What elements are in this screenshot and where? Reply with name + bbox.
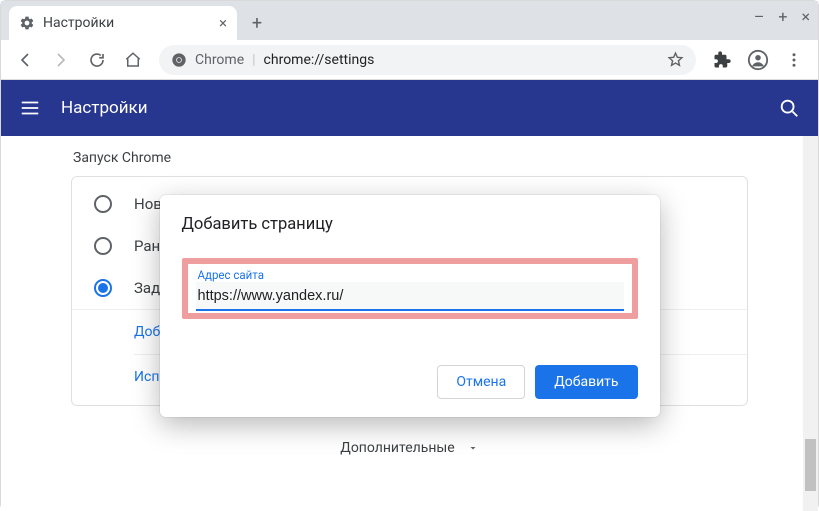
scrollbar[interactable] — [803, 136, 818, 511]
omnibox-url: chrome://settings — [264, 52, 375, 68]
reload-button[interactable] — [81, 44, 113, 76]
minimize-icon[interactable]: – — [754, 7, 765, 26]
hamburger-icon[interactable] — [19, 97, 41, 119]
omnibox[interactable]: Chrome | chrome://settings — [159, 45, 696, 75]
add-button[interactable]: Добавить — [535, 365, 637, 399]
toolbar: Chrome | chrome://settings — [1, 40, 818, 80]
forward-button[interactable] — [45, 44, 77, 76]
url-field-highlight: Адрес сайта — [182, 258, 638, 319]
radio-icon[interactable] — [94, 279, 112, 297]
add-page-dialog: Добавить страницу Адрес сайта Отмена Доб… — [160, 195, 660, 417]
radio-icon[interactable] — [94, 237, 112, 255]
dialog-title: Добавить страницу — [182, 215, 638, 234]
chrome-icon — [171, 52, 187, 68]
tabstrip: Настройки × + – + × — [1, 1, 818, 40]
omnibox-separator: | — [252, 52, 255, 68]
menu-button[interactable] — [778, 44, 810, 76]
close-tab-icon[interactable]: × — [219, 14, 227, 32]
tab-title: Настройки — [43, 15, 114, 31]
chevron-down-icon — [467, 442, 479, 454]
new-tab-button[interactable]: + — [243, 9, 271, 37]
browser-tab[interactable]: Настройки × — [9, 6, 237, 40]
bookmark-star-icon[interactable] — [667, 51, 684, 68]
close-window-icon[interactable]: × — [801, 7, 810, 26]
section-title-startup: Запуск Chrome — [73, 150, 748, 166]
url-input[interactable] — [196, 282, 624, 311]
back-button[interactable] — [9, 44, 41, 76]
search-icon[interactable] — [778, 97, 800, 119]
advanced-toggle[interactable]: Дополнительные — [71, 440, 748, 456]
url-field-label: Адрес сайта — [196, 268, 624, 282]
gear-icon — [19, 15, 35, 31]
settings-header: Настройки — [1, 80, 818, 136]
cancel-button[interactable]: Отмена — [437, 365, 525, 399]
dialog-actions: Отмена Добавить — [182, 365, 638, 399]
window-controls: – + × — [754, 7, 810, 26]
scrollbar-thumb[interactable] — [805, 439, 816, 491]
home-button[interactable] — [117, 44, 149, 76]
omnibox-prefix: Chrome — [195, 52, 244, 68]
radio-icon[interactable] — [94, 195, 112, 213]
extensions-button[interactable] — [706, 44, 738, 76]
advanced-label: Дополнительные — [340, 440, 454, 456]
maximize-icon[interactable]: + — [778, 7, 787, 26]
profile-button[interactable] — [742, 44, 774, 76]
settings-title: Настройки — [61, 98, 148, 118]
